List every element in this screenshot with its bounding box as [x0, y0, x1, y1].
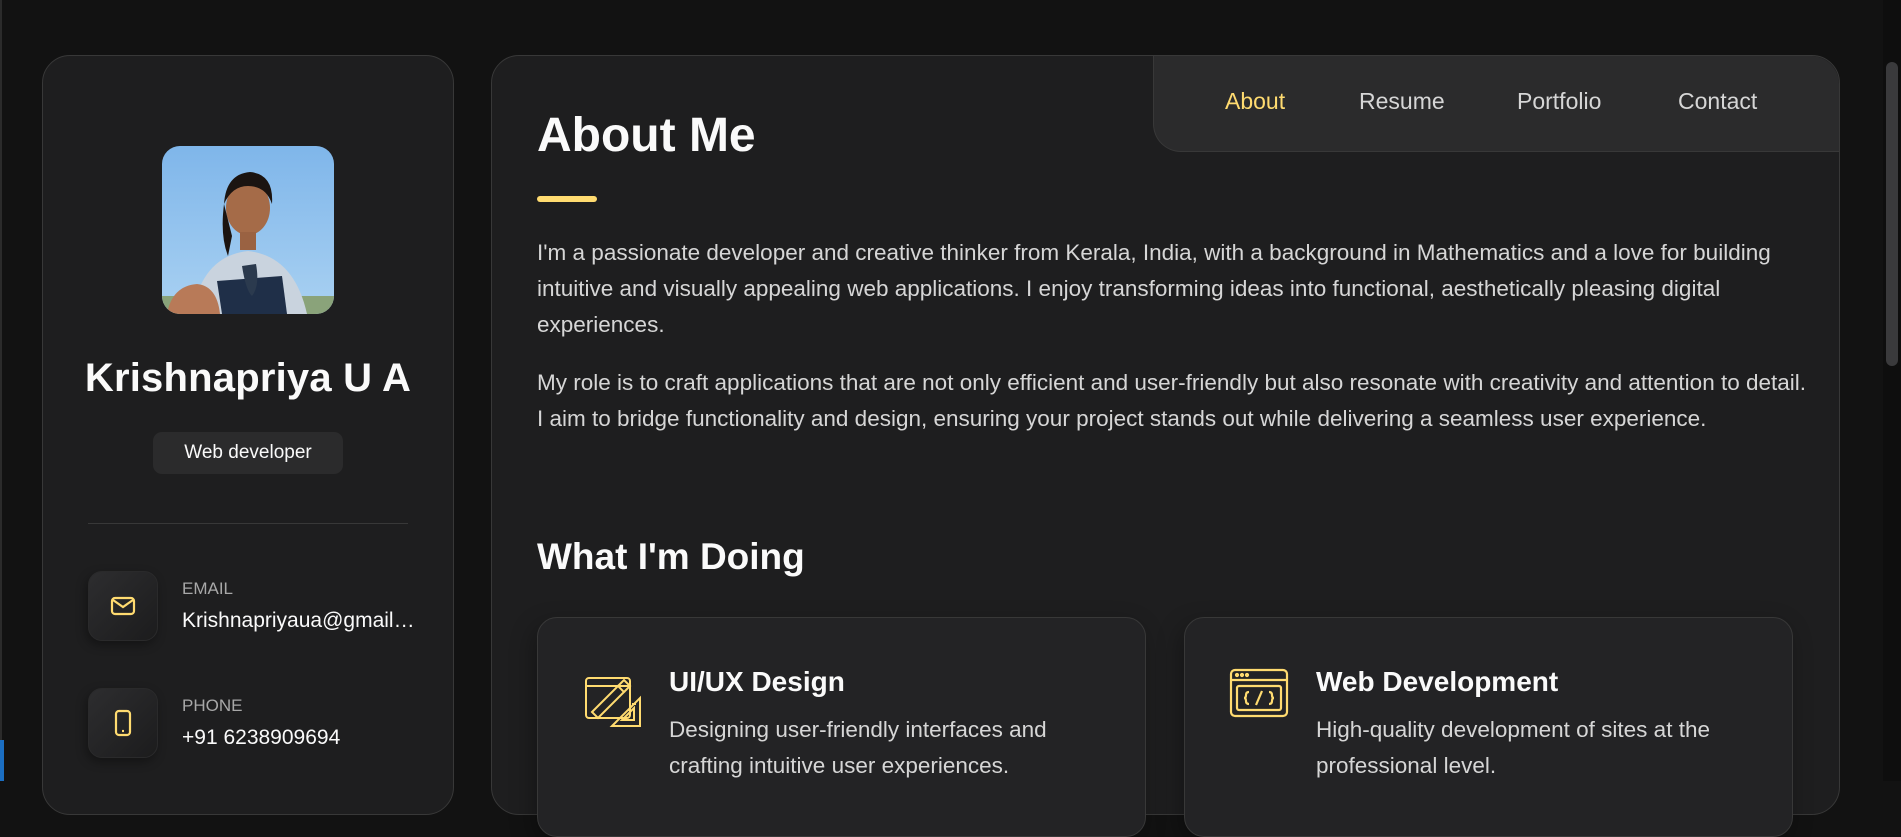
- main-content: About Resume Portfolio Contact About Me …: [491, 55, 1840, 837]
- contact-phone-value[interactable]: +91 6238909694: [182, 726, 418, 750]
- window-edge: [0, 0, 2, 781]
- service-title-webdev: Web Development: [1316, 666, 1559, 697]
- design-icon: [582, 668, 642, 733]
- service-title-uiux: UI/UX Design: [669, 666, 845, 697]
- contact-phone: Phone +91 6238909694: [88, 688, 418, 760]
- service-text-webdev: High-quality development of sites at the…: [1316, 717, 1710, 778]
- nav-about[interactable]: About: [1225, 88, 1285, 115]
- taskbar-edge: [0, 740, 4, 781]
- sidebar: Krishnapriya U A Web developer Email Kri…: [42, 55, 454, 815]
- contact-email: Email Krishnapriyaua@gmail.com: [88, 571, 418, 643]
- services-title: What I'm Doing: [537, 536, 805, 577]
- page-title: About Me: [537, 109, 756, 162]
- title-underline: [537, 196, 597, 202]
- contact-email-value[interactable]: Krishnapriyaua@gmail.com: [182, 609, 418, 633]
- contact-phone-title: Phone: [182, 696, 243, 715]
- scrollbar[interactable]: [1883, 0, 1901, 781]
- nav-contact[interactable]: Contact: [1678, 88, 1757, 115]
- navbar: About Resume Portfolio Contact: [1153, 56, 1839, 152]
- about-paragraph-1: I'm a passionate developer and creative …: [537, 240, 1771, 337]
- contact-email-title: Email: [182, 579, 234, 598]
- phone-icon: [88, 688, 158, 758]
- profile-name: Krishnapriya U A: [84, 356, 412, 400]
- divider: [88, 523, 408, 524]
- avatar: [162, 146, 334, 314]
- service-card-uiux: UI/UX Design Designing user-friendly int…: [537, 617, 1146, 837]
- about-paragraph-2: My role is to craft applications that ar…: [537, 370, 1807, 431]
- service-text-uiux: Designing user-friendly interfaces and c…: [669, 717, 1047, 778]
- code-window-icon: [1229, 668, 1289, 725]
- nav-portfolio[interactable]: Portfolio: [1517, 88, 1601, 115]
- service-card-webdev: Web Development High-quality development…: [1184, 617, 1793, 837]
- role-badge: Web developer: [153, 432, 343, 474]
- nav-resume[interactable]: Resume: [1359, 88, 1445, 115]
- scrollbar-thumb[interactable]: [1886, 62, 1898, 366]
- mail-icon: [88, 571, 158, 641]
